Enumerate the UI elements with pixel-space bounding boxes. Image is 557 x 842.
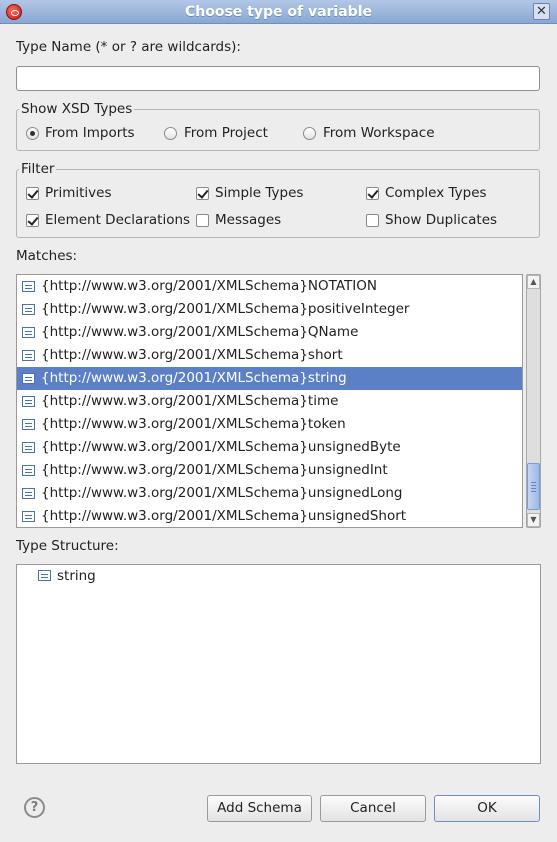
list-item[interactable]: {http://www.w3.org/2001/XMLSchema}unsign… — [17, 459, 522, 482]
type-icon — [22, 442, 35, 453]
type-icon — [22, 511, 35, 522]
list-item[interactable]: {http://www.w3.org/2001/XMLSchema}QName — [17, 321, 522, 344]
scrollbar-grip — [531, 488, 536, 489]
scroll-up-icon[interactable]: ▲ — [527, 275, 540, 289]
from-imports-radio[interactable] — [26, 127, 39, 140]
scrollbar-grip — [531, 491, 536, 492]
simple-types-checkbox[interactable] — [196, 187, 209, 200]
scroll-down-icon[interactable]: ▼ — [527, 513, 540, 527]
list-item[interactable]: {http://www.w3.org/2001/XMLSchema}positi… — [17, 298, 522, 321]
primitives-checkbox[interactable] — [26, 187, 39, 200]
primitives-label[interactable]: Primitives — [45, 185, 111, 201]
type-name-input[interactable] — [16, 66, 540, 91]
list-item[interactable]: {http://www.w3.org/2001/XMLSchema}short — [17, 344, 522, 367]
matches-label: Matches: — [16, 248, 78, 264]
list-item[interactable]: {http://www.w3.org/2001/XMLSchema}string — [17, 367, 522, 390]
scrollbar-grip — [531, 482, 536, 483]
complex-types-checkbox[interactable] — [366, 187, 379, 200]
type-icon — [22, 373, 35, 384]
filter-group-label: Filter — [19, 161, 57, 177]
from-project-radio[interactable] — [164, 127, 177, 140]
from-workspace-label[interactable]: From Workspace — [323, 125, 435, 141]
complex-types-label[interactable]: Complex Types — [385, 185, 487, 201]
tree-node[interactable]: string — [57, 568, 96, 584]
window-title: Choose type of variable — [184, 4, 372, 20]
matches-list[interactable]: {http://www.w3.org/2001/XMLSchema}NOTATI… — [16, 274, 523, 528]
list-item[interactable]: {http://www.w3.org/2001/XMLSchema}NOTATI… — [17, 275, 522, 298]
scrollbar-thumb[interactable] — [527, 463, 540, 510]
type-icon — [38, 570, 51, 581]
close-icon[interactable]: ✕ — [533, 3, 550, 20]
from-workspace-radio[interactable] — [303, 127, 316, 140]
simple-types-label[interactable]: Simple Types — [215, 185, 303, 201]
type-icon — [22, 396, 35, 407]
type-icon — [22, 419, 35, 430]
add-schema-button[interactable]: Add Schema — [207, 795, 312, 822]
scrollbar-grip — [531, 485, 536, 486]
messages-label[interactable]: Messages — [215, 212, 281, 228]
help-icon[interactable]: ? — [24, 797, 45, 818]
element-declarations-checkbox[interactable] — [26, 214, 39, 227]
list-item[interactable]: {http://www.w3.org/2001/XMLSchema}unsign… — [17, 505, 522, 527]
list-item[interactable]: {http://www.w3.org/2001/XMLSchema}token — [17, 413, 522, 436]
from-project-label[interactable]: From Project — [184, 125, 268, 141]
type-icon — [22, 350, 35, 361]
list-item[interactable]: {http://www.w3.org/2001/XMLSchema}unsign… — [17, 436, 522, 459]
type-icon — [22, 465, 35, 476]
type-structure-label: Type Structure: — [16, 538, 119, 554]
from-imports-label[interactable]: From Imports — [45, 125, 135, 141]
type-name-label: Type Name (* or ? are wildcards): — [16, 39, 241, 55]
list-item[interactable]: {http://www.w3.org/2001/XMLSchema}unsign… — [17, 482, 522, 505]
show-duplicates-label[interactable]: Show Duplicates — [385, 212, 497, 228]
type-icon — [22, 304, 35, 315]
ok-button[interactable]: OK — [434, 795, 540, 822]
type-icon — [22, 281, 35, 292]
messages-checkbox[interactable] — [196, 214, 209, 227]
xsd-types-group-label: Show XSD Types — [19, 101, 135, 117]
cancel-button[interactable]: Cancel — [320, 795, 426, 822]
element-declarations-label[interactable]: Element Declarations — [45, 212, 190, 228]
list-item[interactable]: {http://www.w3.org/2001/XMLSchema}time — [17, 390, 522, 413]
type-icon — [22, 488, 35, 499]
type-structure-tree[interactable] — [16, 564, 541, 764]
type-icon — [22, 327, 35, 338]
show-duplicates-checkbox[interactable] — [366, 214, 379, 227]
